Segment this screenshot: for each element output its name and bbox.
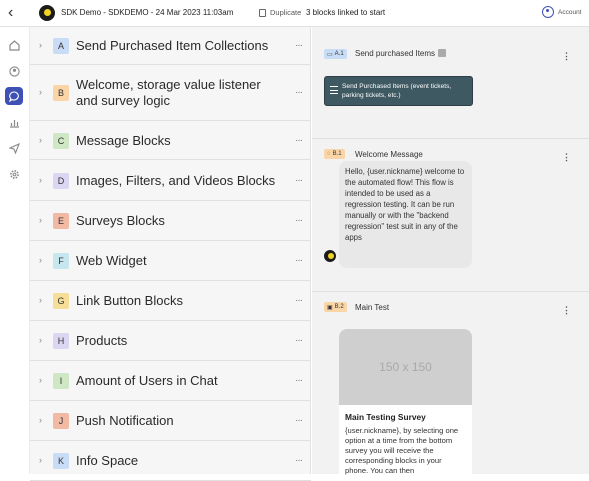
block-title-b1: Welcome Message bbox=[355, 150, 423, 159]
expand-chevron-icon[interactable]: › bbox=[39, 215, 42, 225]
more-options-icon[interactable]: ··· bbox=[295, 335, 303, 346]
chart-icon[interactable] bbox=[7, 115, 21, 129]
kebab-menu-icon[interactable]: ⋮ bbox=[562, 305, 571, 316]
expand-chevron-icon[interactable]: › bbox=[39, 335, 42, 345]
block-b1: ◌ B.1 Welcome Message ⋮ Hello, {user.nic… bbox=[312, 139, 589, 292]
block-label: Surveys Blocks bbox=[76, 213, 165, 228]
lock-icon bbox=[438, 49, 447, 57]
block-label: Web Widget bbox=[76, 253, 147, 268]
block-letter-badge: J bbox=[53, 413, 69, 429]
expand-chevron-icon[interactable]: › bbox=[39, 135, 42, 145]
more-options-icon[interactable]: ··· bbox=[295, 455, 303, 466]
block-label: Send Purchased Item Collections bbox=[76, 38, 269, 53]
more-options-icon[interactable]: ··· bbox=[295, 87, 303, 98]
home-icon[interactable] bbox=[7, 38, 21, 52]
block-letter-badge: A bbox=[53, 38, 69, 54]
more-options-icon[interactable]: ··· bbox=[295, 255, 303, 266]
bubble-icon: ▭ bbox=[327, 51, 333, 58]
chat-icon[interactable] bbox=[5, 87, 23, 105]
kebab-menu-icon[interactable]: ⋮ bbox=[562, 51, 571, 62]
more-options-icon[interactable]: ··· bbox=[295, 135, 303, 146]
list-icon bbox=[330, 86, 338, 94]
duplicate-icon bbox=[259, 8, 266, 17]
duplicate-button[interactable]: Duplicate bbox=[259, 8, 301, 17]
more-options-icon[interactable]: ··· bbox=[295, 175, 303, 186]
linked-blocks-text: 3 blocks linked to start bbox=[306, 8, 386, 17]
account-button[interactable]: Account bbox=[542, 6, 582, 18]
flow-title: SDK Demo - SDKDEMO - 24 Mar 2023 11:03am bbox=[61, 8, 234, 17]
app-logo-icon bbox=[39, 5, 55, 21]
block-list-item[interactable]: › E Surveys Blocks ··· bbox=[30, 201, 311, 241]
kebab-menu-icon[interactable]: ⋮ bbox=[562, 152, 571, 163]
block-b2: ▣ B.2 Main Test ⋮ 150 x 150 Main Testing… bbox=[312, 292, 589, 479]
block-label: Products bbox=[76, 333, 128, 348]
block-label: Amount of Users in Chat bbox=[76, 373, 218, 388]
nav-rail bbox=[0, 27, 30, 474]
block-list-item[interactable]: › A Send Purchased Item Collections ··· bbox=[30, 27, 311, 65]
block-list-item[interactable]: › F Web Widget ··· bbox=[30, 241, 311, 281]
block-label: Welcome, storage value listener and surv… bbox=[76, 77, 261, 108]
expand-chevron-icon[interactable]: › bbox=[39, 255, 42, 265]
block-letter-badge: F bbox=[53, 253, 69, 269]
block-list-item[interactable]: › J Push Notification ··· bbox=[30, 401, 311, 441]
block-list-item[interactable]: › D Images, Filters, and Videos Blocks ··· bbox=[30, 160, 311, 201]
more-options-icon[interactable]: ··· bbox=[295, 40, 303, 51]
more-options-icon[interactable]: ··· bbox=[295, 415, 303, 426]
block-list-item[interactable]: › G Link Button Blocks ··· bbox=[30, 281, 311, 321]
more-options-icon[interactable]: ··· bbox=[295, 375, 303, 386]
block-tag-b1: ◌ B.1 bbox=[324, 149, 345, 159]
block-label: Message Blocks bbox=[76, 132, 171, 148]
survey-icon: ▣ bbox=[327, 304, 333, 311]
block-list-item[interactable]: › C Message Blocks ··· bbox=[30, 121, 311, 160]
user-icon[interactable] bbox=[7, 64, 21, 78]
expand-chevron-icon[interactable]: › bbox=[39, 415, 42, 425]
survey-card[interactable]: 150 x 150 Main Testing Survey {user.nick… bbox=[339, 329, 472, 479]
expand-chevron-icon[interactable]: › bbox=[39, 175, 42, 185]
expand-chevron-icon[interactable]: › bbox=[39, 455, 42, 465]
welcome-message-bubble: Hello, {user.nickname} welcome to the au… bbox=[339, 161, 472, 268]
block-list-item[interactable]: › B Welcome, storage value listener and su… bbox=[30, 65, 311, 121]
send-icon[interactable] bbox=[7, 141, 21, 155]
send-purchased-items-button[interactable]: Send Purchased Items (event tickets, par… bbox=[324, 76, 473, 106]
block-letter-badge: K bbox=[53, 453, 69, 469]
more-options-icon[interactable]: ··· bbox=[295, 215, 303, 226]
block-label: Info Space bbox=[76, 453, 139, 468]
block-letter-badge: B bbox=[53, 85, 69, 101]
block-list-item[interactable]: › I Amount of Users in Chat ··· bbox=[30, 361, 311, 401]
account-label: Account bbox=[558, 8, 582, 16]
more-options-icon[interactable]: ··· bbox=[295, 295, 303, 306]
block-tag-a1: ▭ A.1 bbox=[324, 49, 347, 59]
block-label: Link Button Blocks bbox=[76, 293, 183, 308]
block-letter-badge: E bbox=[53, 213, 69, 229]
block-list: › A Send Purchased Item Collections ··· › B We… bbox=[30, 27, 311, 481]
settings-icon[interactable] bbox=[7, 167, 21, 181]
block-letter-badge: C bbox=[53, 132, 69, 149]
expand-chevron-icon[interactable]: › bbox=[39, 375, 42, 385]
account-icon bbox=[542, 6, 554, 18]
duplicate-label: Duplicate bbox=[270, 8, 302, 17]
block-tag-b2: ▣ B.2 bbox=[324, 302, 347, 312]
block-list-item[interactable]: › K Info Space ··· bbox=[30, 441, 311, 481]
bot-avatar bbox=[324, 250, 336, 262]
expand-chevron-icon[interactable]: › bbox=[39, 87, 42, 97]
block-label: Images, Filters, and Videos Blocks bbox=[76, 172, 276, 188]
block-letter-badge: H bbox=[53, 333, 69, 349]
block-letter-badge: I bbox=[53, 373, 69, 389]
block-letter-badge: D bbox=[53, 172, 69, 189]
block-label: Push Notification bbox=[76, 413, 174, 428]
block-title-a1: Send purchased Items bbox=[355, 49, 447, 58]
message-icon: ◌ bbox=[327, 151, 331, 157]
expand-chevron-icon[interactable]: › bbox=[39, 295, 42, 305]
block-letter-badge: G bbox=[53, 293, 69, 309]
block-list-item[interactable]: › H Products ··· bbox=[30, 321, 311, 361]
block-detail-panel: ▭ A.1 Send purchased Items ⋮ Send Purcha… bbox=[312, 27, 589, 479]
card-title: Main Testing Survey bbox=[345, 412, 426, 422]
expand-chevron-icon[interactable]: › bbox=[39, 40, 42, 50]
card-body: {user.nickname}, by selecting one option… bbox=[345, 426, 459, 475]
top-bar: ‹ SDK Demo - SDKDEMO - 24 Mar 2023 11:03… bbox=[0, 0, 589, 27]
image-placeholder: 150 x 150 bbox=[339, 329, 472, 405]
block-title-b2: Main Test bbox=[355, 303, 390, 312]
back-chevron-icon[interactable]: ‹ bbox=[8, 4, 13, 22]
block-a1: ▭ A.1 Send purchased Items ⋮ Send Purcha… bbox=[312, 27, 589, 139]
